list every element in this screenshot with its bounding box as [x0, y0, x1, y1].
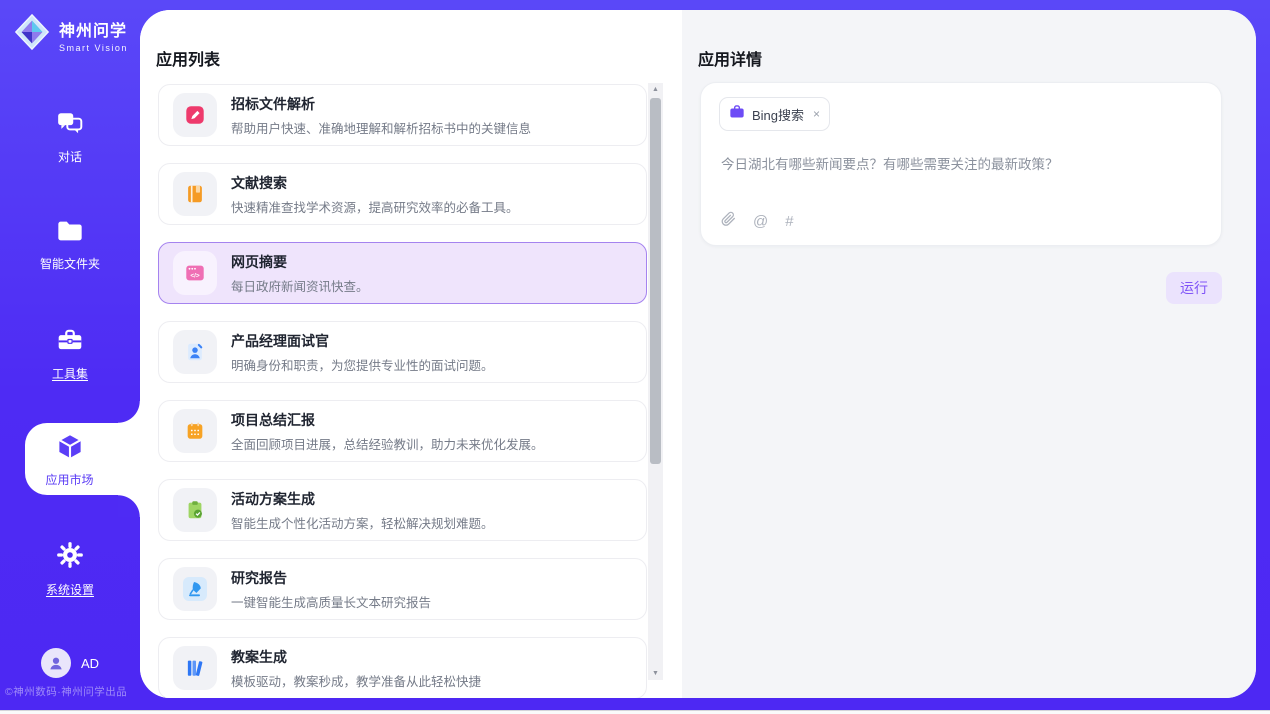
sidebar-item-toolset[interactable]: 工具集 — [0, 327, 140, 382]
app-card-desc: 一键智能生成高质量长文本研究报告 — [231, 592, 431, 611]
active-tab-curve-top — [118, 401, 140, 423]
copyright-text: ©神州数码·神州问学出品 — [5, 684, 127, 699]
app-card-name: 研究报告 — [231, 568, 431, 588]
sidebar-item-app-market[interactable]: 应用市场 — [25, 423, 140, 495]
sidebar-item-label: 系统设置 — [46, 581, 94, 598]
app-card-pm-interviewer[interactable]: 产品经理面试官 明确身份和职责，为您提供专业性的面试问题。 — [158, 321, 647, 383]
app-card-desc: 每日政府新闻资讯快查。 — [231, 276, 369, 295]
cube-icon — [55, 431, 85, 466]
scroll-up-icon[interactable]: ▲ — [648, 83, 663, 96]
app-list-title: 应用列表 — [156, 46, 220, 70]
main-panel: 应用列表 招标文件解析 帮助用户快速、准确地理解和解析招标书中的关键信息 — [140, 10, 1256, 698]
svg-text:</>: </> — [190, 273, 200, 280]
app-card-desc: 明确身份和职责，为您提供专业性的面试问题。 — [231, 355, 494, 374]
interviewer-icon — [173, 330, 217, 374]
clipboard-check-icon — [173, 488, 217, 532]
app-card-event-plan[interactable]: 活动方案生成 智能生成个性化活动方案，轻松解决规划难题。 — [158, 479, 647, 541]
research-pen-icon — [173, 567, 217, 611]
scroll-down-icon[interactable]: ▼ — [648, 667, 663, 680]
run-button[interactable]: 运行 — [1166, 272, 1222, 304]
user-initials: AD — [81, 656, 99, 671]
sidebar-item-chat[interactable]: 对话 — [0, 110, 140, 165]
gear-icon — [56, 541, 84, 574]
app-card-desc: 模板驱动，教案秒成，教学准备从此轻松快捷 — [231, 671, 481, 690]
query-text[interactable]: 今日湖北有哪些新闻要点？有哪些需要关注的最新政策？ — [721, 155, 1201, 195]
diamond-logo-icon — [13, 13, 51, 56]
app-card-desc: 智能生成个性化活动方案，轻松解决规划难题。 — [231, 513, 494, 532]
app-card-name: 产品经理面试官 — [231, 331, 494, 351]
sidebar-item-settings[interactable]: 系统设置 — [0, 541, 140, 598]
browser-code-icon: </> — [173, 251, 217, 295]
sidebar-item-label: 智能文件夹 — [40, 255, 100, 272]
app-card-name: 招标文件解析 — [231, 94, 531, 114]
app-list-scrollbar[interactable]: ▲ ▼ — [648, 83, 663, 680]
app-card-lesson-plan[interactable]: 教案生成 模板驱动，教案秒成，教学准备从此轻松快捷 — [158, 637, 647, 698]
briefcase-icon — [729, 104, 745, 124]
app-list-pane: 应用列表 招标文件解析 帮助用户快速、准确地理解和解析招标书中的关键信息 — [140, 10, 682, 698]
app-card-project-summary[interactable]: 项目总结汇报 全面回顾项目进展，总结经验教训，助力未来优化发展。 — [158, 400, 647, 462]
scrollbar-thumb[interactable] — [650, 98, 661, 464]
brand-subtitle: Smart Vision — [59, 43, 128, 53]
app-card-bid-parse[interactable]: 招标文件解析 帮助用户快速、准确地理解和解析招标书中的关键信息 — [158, 84, 647, 146]
chat-icon — [56, 110, 84, 141]
app-card-literature-search[interactable]: 文献搜索 快速精准查找学术资源，提高研究效率的必备工具。 — [158, 163, 647, 225]
mention-icon[interactable]: @ — [753, 213, 768, 230]
app-card-name: 网页摘要 — [231, 252, 369, 272]
toolbox-icon — [56, 327, 84, 358]
prompt-editor[interactable]: Bing搜索 × 今日湖北有哪些新闻要点？有哪些需要关注的最新政策？ @ # — [700, 82, 1222, 246]
sidebar: 神州问学 Smart Vision 对话 智能文件夹 — [0, 0, 140, 710]
sidebar-item-label: 对话 — [58, 148, 82, 165]
tool-tag-bing-search[interactable]: Bing搜索 × — [719, 97, 830, 131]
sidebar-item-label: 工具集 — [52, 365, 88, 382]
app-card-desc: 快速精准查找学术资源，提高研究效率的必备工具。 — [231, 197, 519, 216]
app-detail-pane: 应用详情 Bing搜索 × 今日湖北有哪些新闻要点？有哪些需要关注的最新政策？ — [682, 10, 1256, 698]
app-card-name: 活动方案生成 — [231, 489, 494, 509]
app-card-web-summary[interactable]: </> 网页摘要 每日政府新闻资讯快查。 — [158, 242, 647, 304]
books-icon — [173, 646, 217, 690]
book-icon — [173, 172, 217, 216]
page-bottom-strip — [0, 710, 1270, 714]
user-account[interactable]: AD — [0, 648, 140, 678]
app-card-name: 项目总结汇报 — [231, 410, 544, 430]
editor-toolbar: @ # — [721, 211, 794, 232]
sidebar-item-smart-folder[interactable]: 智能文件夹 — [0, 219, 140, 272]
tool-tag-label: Bing搜索 — [752, 105, 804, 124]
app-window: 神州问学 Smart Vision 对话 智能文件夹 — [0, 0, 1270, 714]
app-card-research-report[interactable]: 研究报告 一键智能生成高质量长文本研究报告 — [158, 558, 647, 620]
pen-square-icon — [173, 93, 217, 137]
close-icon[interactable]: × — [813, 107, 820, 121]
note-icon — [173, 409, 217, 453]
avatar — [41, 648, 71, 678]
attachment-icon[interactable] — [721, 211, 736, 232]
app-card-name: 文献搜索 — [231, 173, 519, 193]
active-tab-curve-bottom — [118, 495, 140, 517]
hashtag-icon[interactable]: # — [785, 213, 793, 230]
app-card-name: 教案生成 — [231, 647, 481, 667]
app-card-list: 招标文件解析 帮助用户快速、准确地理解和解析招标书中的关键信息 文献搜索 — [158, 84, 647, 698]
app-card-desc: 全面回顾项目进展，总结经验教训，助力未来优化发展。 — [231, 434, 544, 453]
brand-name: 神州问学 — [59, 17, 128, 41]
brand-logo: 神州问学 Smart Vision — [13, 13, 128, 56]
sidebar-item-label: 应用市场 — [45, 471, 93, 488]
app-card-desc: 帮助用户快速、准确地理解和解析招标书中的关键信息 — [231, 118, 531, 137]
folder-icon — [56, 219, 84, 248]
app-detail-title: 应用详情 — [698, 46, 762, 70]
